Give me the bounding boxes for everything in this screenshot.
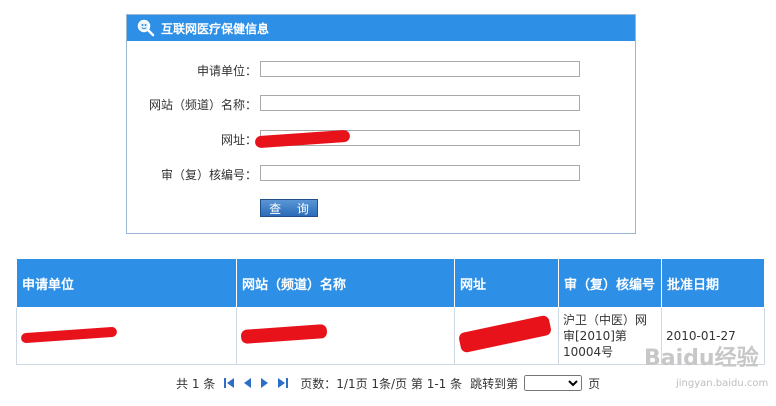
cell-url[interactable]: [454, 307, 559, 365]
watermark-logo: Baidu经验: [644, 346, 759, 371]
url-cell-redaction: [457, 314, 553, 354]
magnifier-icon: [137, 19, 155, 37]
form-row-review-number: 审（复）核编号：: [127, 165, 637, 183]
search-panel: 互联网医疗保健信息 申请单位： 网站（频道）名称： 网址： 审（复）核编号： 查…: [126, 14, 636, 234]
unit-label: 申请单位：: [196, 64, 257, 78]
header-site-name: 网站（频道）名称: [236, 258, 455, 308]
unit-redaction: [20, 326, 118, 344]
panel-title: 互联网医疗保健信息: [161, 21, 270, 36]
unit-input[interactable]: [260, 61, 580, 77]
total-count: 共 1 条: [176, 376, 216, 391]
last-page-icon[interactable]: [277, 377, 289, 389]
review-number-label: 审（复）核编号：: [160, 168, 257, 182]
jump-page-select[interactable]: [524, 375, 583, 391]
baidu-watermark: Baidu经验 jingyan.baidu.com: [640, 322, 770, 396]
site-name-label: 网站（频道）名称：: [148, 98, 257, 112]
site-name-redaction: [240, 324, 328, 344]
site-name-input[interactable]: [260, 95, 580, 111]
first-page-icon[interactable]: [223, 377, 235, 389]
review-number-input[interactable]: [260, 165, 580, 181]
form-row-url: 网址：: [127, 129, 637, 149]
header-unit: 申请单位: [16, 258, 237, 308]
table-header-row: 申请单位 网站（频道）名称 网址 审（复）核编号 批准日期: [16, 258, 765, 308]
jump-label: 跳转到第: [470, 376, 519, 391]
cell-unit: [16, 307, 237, 365]
header-approval-date: 批准日期: [661, 258, 765, 308]
form-row-unit: 申请单位：: [127, 61, 637, 79]
form-row-site-name: 网站（频道）名称：: [127, 95, 637, 113]
header-url: 网址: [454, 258, 559, 308]
header-review-number: 审（复）核编号: [558, 258, 662, 308]
page-suffix: 页: [588, 376, 601, 391]
pagination: 共 1 条 页数：1/1页 1条/页 第 1-1 条 跳转到第 页: [176, 374, 600, 392]
watermark-url: jingyan.baidu.com: [676, 378, 769, 389]
url-label: 网址：: [220, 133, 257, 147]
prev-page-icon[interactable]: [241, 377, 253, 389]
page-info: 页数：1/1页 1条/页 第 1-1 条: [300, 376, 463, 391]
next-page-icon[interactable]: [259, 377, 271, 389]
query-button[interactable]: 查 询: [260, 199, 318, 217]
panel-header: 互联网医疗保健信息: [127, 15, 635, 41]
cell-site-name: [236, 307, 455, 365]
